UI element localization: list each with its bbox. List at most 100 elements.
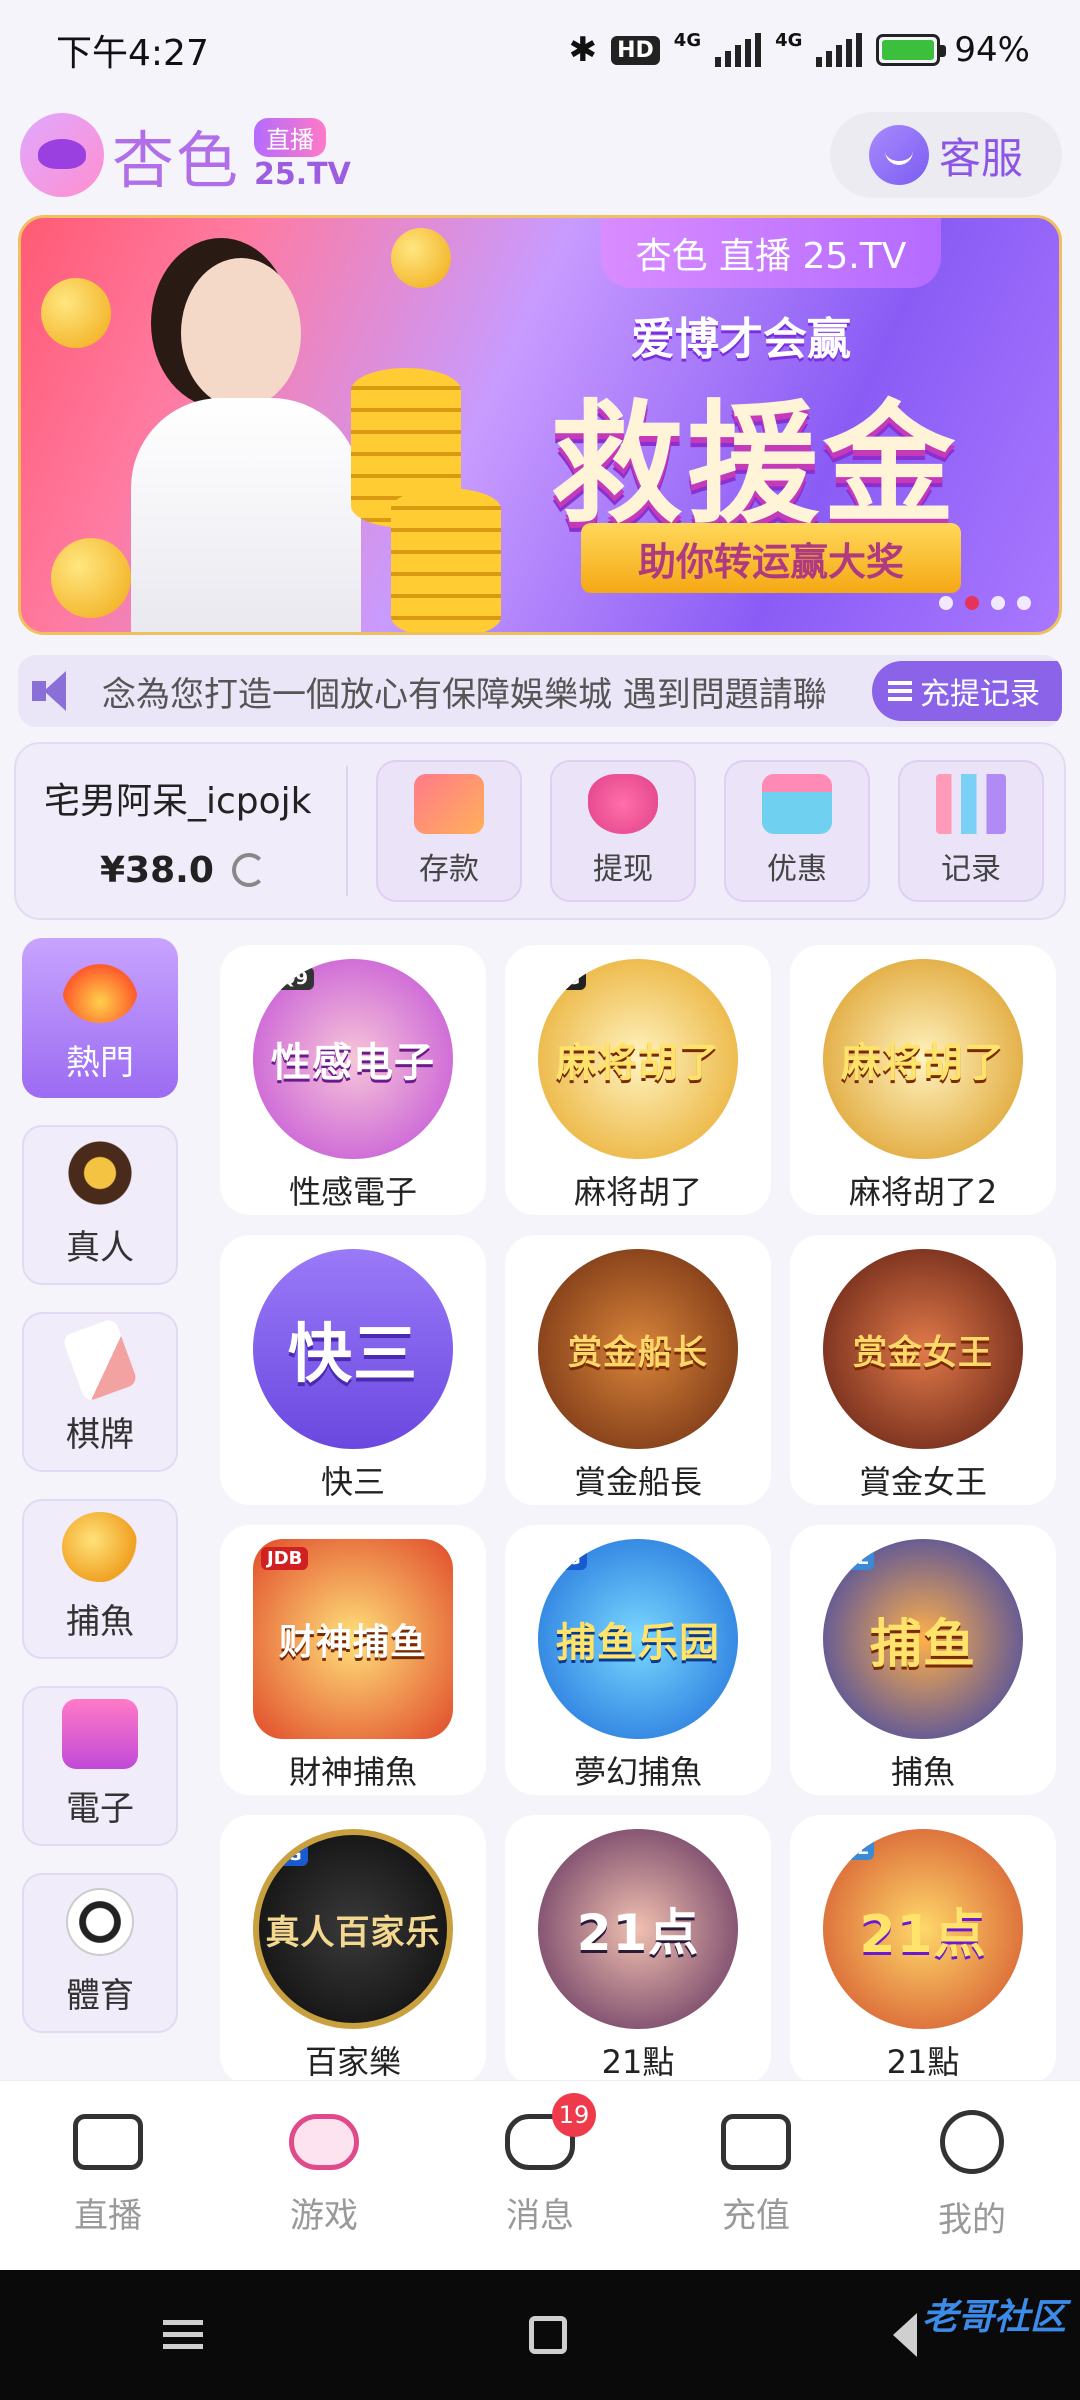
promo-banner[interactable]: 杏色 直播 25.TV 爱博才会赢 救援金 助你转运赢大奖 <box>18 215 1062 635</box>
game-tile[interactable]: WL 21点 21點 <box>790 1815 1056 2085</box>
game-art: 赏金船长 <box>538 1249 738 1449</box>
category-label: 棋牌 <box>66 1415 134 1455</box>
camera-icon <box>73 2114 143 2170</box>
promotions-button[interactable]: 优惠 <box>724 760 870 902</box>
banner-model-image <box>111 228 371 632</box>
page-dot-active[interactable] <box>965 596 979 610</box>
fish-icon <box>62 1512 138 1582</box>
chat-icon: 19 <box>505 2093 596 2170</box>
game-label: 百家樂 <box>304 2043 401 2081</box>
status-time: 下午4:27 <box>56 33 209 74</box>
game-tile[interactable]: 赏金女王 賞金女王 <box>790 1235 1056 1505</box>
bar-chart-icon <box>936 774 1006 834</box>
game-label: 夢幻捕魚 <box>573 1753 702 1791</box>
unread-badge: 19 <box>552 2093 596 2137</box>
customer-service-label: 客服 <box>938 133 1023 183</box>
list-icon <box>888 681 912 701</box>
game-label: 性感電子 <box>288 1173 417 1211</box>
game-label: 麻将胡了2 <box>848 1173 998 1211</box>
game-label: 麻将胡了 <box>573 1173 702 1211</box>
game-label: 快三 <box>320 1463 385 1501</box>
announcement-marquee[interactable]: 念為您打造一個放心有保障娛樂城 遇到問題請聯 充提记录 <box>18 655 1062 727</box>
nav-label: 直播 <box>74 2196 142 2236</box>
game-art: 赏金女王 <box>823 1249 1023 1449</box>
deposit-withdraw-records-button[interactable]: 充提记录 <box>872 661 1062 721</box>
category-cards[interactable]: 棋牌 <box>22 1312 178 1472</box>
coin-decoration <box>41 278 111 348</box>
records-button[interactable]: 记录 <box>898 760 1044 902</box>
game-label: 捕魚 <box>890 1753 955 1791</box>
wallet-actions: 存款 提现 优惠 记录 <box>348 760 1044 902</box>
logo-pill: 直播 <box>254 118 327 157</box>
game-tile[interactable]: 麻将胡了 麻将胡了2 <box>790 945 1056 1215</box>
nav-live[interactable]: 直播 <box>18 2114 198 2237</box>
game-art: 21点 <box>538 1829 738 2029</box>
announcement-text: 念為您打造一個放心有保障娛樂城 遇到問題請聯 <box>102 674 827 715</box>
game-tile[interactable]: 快三 快三 <box>220 1235 486 1505</box>
page-dot[interactable] <box>1017 596 1031 610</box>
category-live[interactable]: 真人 <box>22 1125 178 1285</box>
soccer-ball-icon <box>66 1888 134 1956</box>
game-tile[interactable]: JDB 财神捕鱼 財神捕魚 <box>220 1525 486 1795</box>
status-bar: 下午4:27 ✱ HD 4G 4G 94% <box>0 0 1080 100</box>
game-tile[interactable]: 赏金船长 賞金船長 <box>505 1235 771 1505</box>
category-slots[interactable]: 電子 <box>22 1686 178 1846</box>
card-icon <box>61 1317 139 1403</box>
home-icon[interactable] <box>529 2316 567 2354</box>
game-tile[interactable]: AG 真人百家乐 百家樂 <box>220 1815 486 2085</box>
page-dot[interactable] <box>991 596 1005 610</box>
category-label: 體育 <box>66 1976 134 2016</box>
network-type-2: 4G <box>775 30 803 51</box>
watermark: 老哥社区 <box>921 2297 1066 2338</box>
banner-ribbon: 助你转运赢大奖 <box>581 523 961 593</box>
game-tile[interactable]: PG 麻将胡了 麻将胡了 <box>505 945 771 1215</box>
category-sports[interactable]: 體育 <box>22 1873 178 2033</box>
game-tile[interactable]: 21点 21點 <box>505 1815 771 2085</box>
withdraw-button[interactable]: 提现 <box>550 760 696 902</box>
wallet-icon <box>721 2114 791 2170</box>
battery-icon <box>876 34 947 66</box>
page-dot[interactable] <box>939 596 953 610</box>
signal-icon <box>715 33 762 67</box>
chip-icon <box>62 1138 138 1208</box>
back-icon[interactable] <box>893 2313 917 2357</box>
game-label: 賞金船長 <box>573 1463 702 1501</box>
menu-icon[interactable] <box>163 2320 203 2350</box>
game-label: 21點 <box>601 2043 675 2081</box>
fire-icon <box>62 953 138 1023</box>
category-label: 熱門 <box>66 1043 134 1083</box>
nav-messages[interactable]: 19 消息 <box>450 2093 630 2237</box>
records-label: 记录 <box>941 852 1001 887</box>
game-art: AG 捕鱼乐园 <box>538 1539 738 1739</box>
slot-icon <box>62 1699 138 1769</box>
deposit-label: 存款 <box>419 852 479 887</box>
wallet-user-info: 宅男阿呆_icpojk ¥38.0 <box>16 772 346 891</box>
game-tile[interactable]: CQ9 性感电子 性感電子 <box>220 945 486 1215</box>
game-tile[interactable]: AG 捕鱼乐园 夢幻捕魚 <box>505 1525 771 1795</box>
network-type-1: 4G <box>673 30 702 51</box>
category-label: 真人 <box>66 1228 134 1268</box>
withdraw-label: 提现 <box>593 852 653 887</box>
category-hot[interactable]: 熱門 <box>22 938 178 1098</box>
refresh-icon[interactable] <box>231 853 266 887</box>
app-logo: 杏色 直播 25.TV <box>20 110 351 200</box>
customer-service-button[interactable]: 客服 <box>830 112 1062 198</box>
coin-decoration <box>391 228 451 288</box>
deposit-button[interactable]: 存款 <box>376 760 522 902</box>
status-icons: ✱ HD 4G 4G 94% <box>569 30 1030 70</box>
nav-profile[interactable]: 我的 <box>882 2110 1062 2241</box>
nav-games[interactable]: 游戏 <box>234 2114 414 2237</box>
logo-text: 杏色 <box>112 124 241 197</box>
username: 宅男阿呆_icpojk <box>44 780 312 822</box>
balance: ¥38.0 <box>44 850 346 891</box>
hd-icon: HD <box>611 35 660 65</box>
signal-icon-2 <box>816 33 863 67</box>
money-bag-icon <box>588 774 658 834</box>
promotions-label: 优惠 <box>767 852 827 887</box>
nav-recharge[interactable]: 充值 <box>666 2114 846 2237</box>
game-tile[interactable]: WL 捕鱼 捕魚 <box>790 1525 1056 1795</box>
gamepad-icon <box>289 2114 359 2170</box>
balance-amount: ¥38.0 <box>100 849 214 891</box>
category-fishing[interactable]: 捕魚 <box>22 1499 178 1659</box>
game-art: AG 真人百家乐 <box>253 1829 453 2029</box>
